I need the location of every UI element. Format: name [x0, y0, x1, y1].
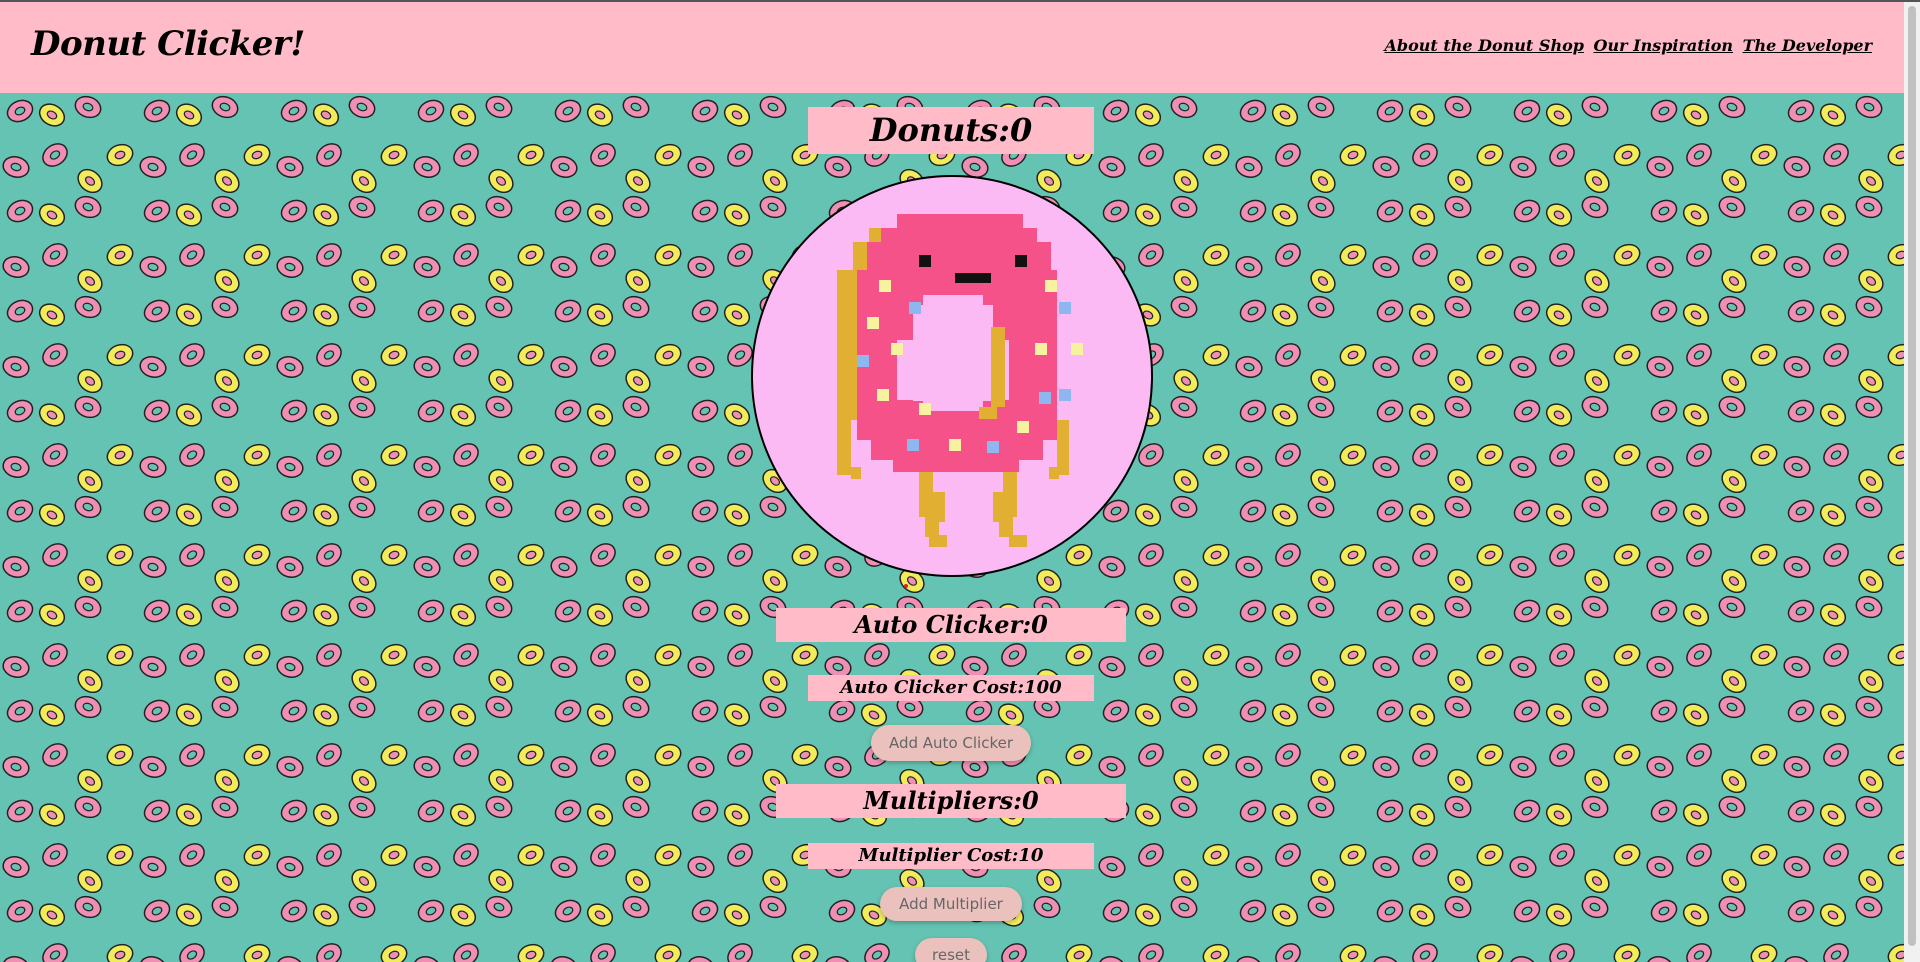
multiplier-count: Multipliers:0 [776, 784, 1126, 818]
scrollbar-thumb[interactable] [1908, 6, 1916, 946]
multiplier-cost: Multiplier Cost:10 [808, 843, 1094, 869]
add-auto-clicker-button[interactable]: Add Auto Clicker [871, 725, 1031, 761]
vertical-scrollbar[interactable] [1904, 2, 1920, 962]
donut-clicker-button[interactable] [751, 175, 1153, 577]
nav-link-inspiration[interactable]: Our Inspiration [1594, 36, 1734, 55]
site-header: Donut Clicker! About the Donut Shop Our … [0, 2, 1904, 93]
reset-button[interactable]: reset [915, 938, 987, 962]
auto-clicker-cost: Auto Clicker Cost:100 [808, 675, 1094, 701]
nav-link-developer[interactable]: The Developer [1743, 36, 1872, 55]
auto-clicker-count: Auto Clicker:0 [776, 608, 1126, 642]
cursor-dot [904, 584, 908, 588]
donut-count: Donuts:0 [808, 107, 1094, 154]
site-title: Donut Clicker! [31, 24, 305, 64]
pixel-donut-character-icon [837, 214, 1083, 547]
header-nav: About the Donut Shop Our Inspiration The… [1380, 36, 1872, 55]
nav-link-about[interactable]: About the Donut Shop [1384, 36, 1583, 55]
add-multiplier-button[interactable]: Add Multiplier [880, 887, 1022, 921]
